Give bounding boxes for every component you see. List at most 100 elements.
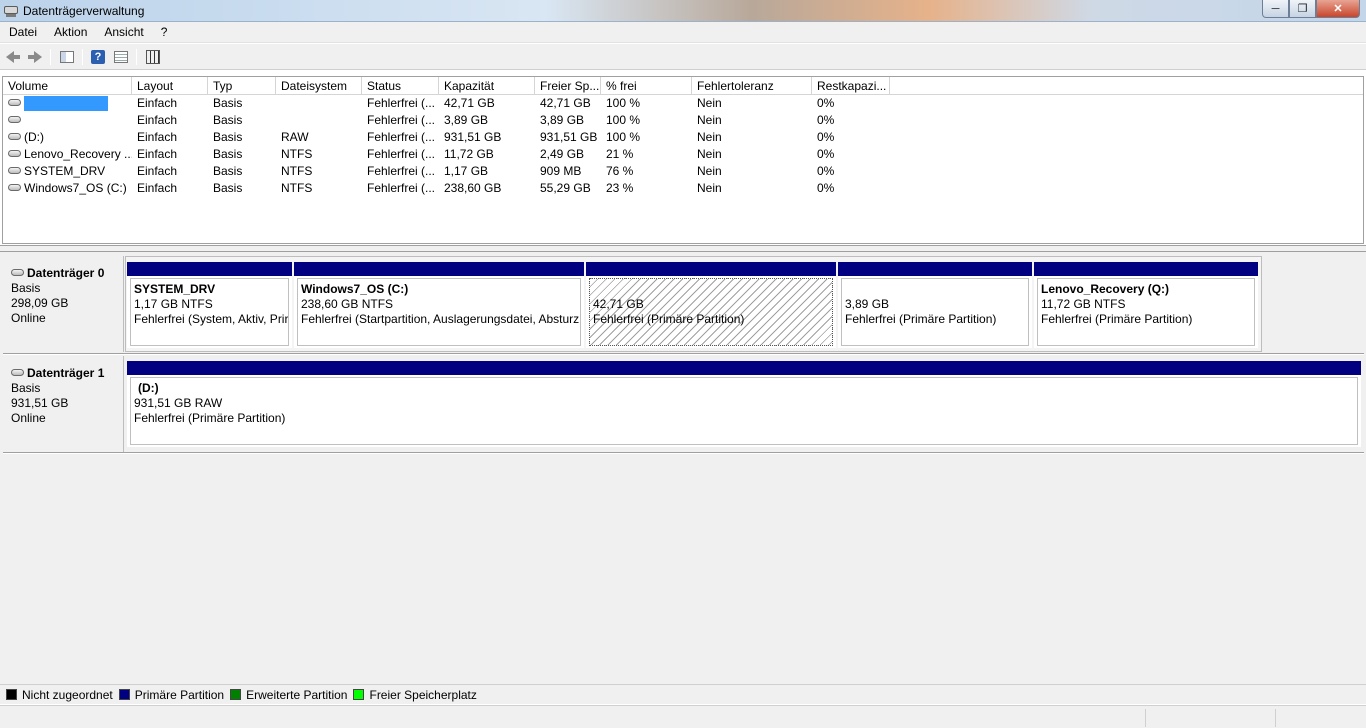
help-icon: ? [91,50,105,64]
menu-bar: Datei Aktion Ansicht ? [0,22,1366,43]
partition-3gb[interactable]: 3,89 GB Fehlerfrei (Primäre Partition) [838,262,1032,348]
partition-42gb-selected[interactable]: 42,71 GB Fehlerfrei (Primäre Partition) [586,262,836,348]
minimize-button[interactable]: ─ [1262,0,1289,18]
fehlertoleranz-cell: Nein [697,164,722,178]
column-status[interactable]: Status [362,77,439,95]
properties-icon [146,50,160,64]
back-button[interactable] [4,48,22,66]
console-tree-icon [60,51,74,63]
volume-row[interactable]: SYSTEM_DRV Einfach Basis NTFS Fehlerfrei… [3,163,1363,180]
partition-status: Fehlerfrei (System, Aktiv, Prir [134,312,289,326]
dateisystem-cell: RAW [281,130,309,144]
toolbar: ? [0,44,1366,70]
partition-size: 11,72 GB NTFS [1041,297,1126,311]
volume-row[interactable]: (D:) Einfach Basis RAW Fehlerfrei (... 9… [3,129,1363,146]
menu-aktion[interactable]: Aktion [45,22,95,42]
back-arrow-icon [6,51,20,63]
freier-speicher-cell: 931,51 GB [540,130,598,144]
partition-size: 931,51 GB RAW [134,396,223,410]
disk-0-state: Online [11,311,46,325]
legend-item-free-space: Freier Speicherplatz [353,688,477,702]
partition-system-drv[interactable]: SYSTEM_DRV 1,17 GB NTFS Fehlerfrei (Syst… [127,262,292,348]
toolbar-separator [82,49,83,65]
partition-size: 42,71 GB [593,297,644,311]
window-controls: ─ ❐ ✕ [1262,0,1360,18]
disk-0-title: Datenträger 0 [27,266,105,280]
volume-row[interactable]: Lenovo_Recovery ... Einfach Basis NTFS F… [3,146,1363,163]
volume-name-cell [3,112,132,129]
action-pane-icon [114,51,128,63]
prozent-frei-cell: 100 % [606,113,641,127]
column-restkapazitaet[interactable]: Restkapazi... [812,77,890,95]
kapazitaet-cell: 11,72 GB [444,147,494,161]
layout-cell: Einfach [137,164,178,178]
volume-disk-icon [8,133,21,141]
dateisystem-cell [276,112,362,129]
prozent-frei-cell: 23 % [606,181,634,195]
status-cell: Fehlerfrei (... [367,181,436,195]
column-layout[interactable]: Layout [132,77,208,95]
close-button[interactable]: ✕ [1316,0,1360,18]
layout-cell: Einfach [137,147,178,161]
partition-lenovo-recovery[interactable]: Lenovo_Recovery (Q:) 11,72 GB NTFS Fehle… [1034,262,1258,348]
disk-icon [11,269,24,276]
volume-row[interactable]: Windows7_OS (C:) Einfach Basis NTFS Fehl… [3,180,1363,197]
primary-partition-bar [294,262,584,276]
volume-disk-icon [8,184,21,192]
volume-row[interactable]: Einfach Basis Fehlerfrei (... 3,89 GB 3,… [3,112,1363,129]
primary-partition-bar [838,262,1032,276]
column-typ[interactable]: Typ [208,77,276,95]
help-button[interactable]: ? [89,48,107,66]
column-dateisystem[interactable]: Dateisystem [276,77,362,95]
disk-1-type: Basis [11,381,41,395]
column-volume[interactable]: Volume [3,77,132,95]
disk-management-icon [3,4,19,18]
disk-0-label[interactable]: Datenträger 0 Basis 298,09 GB Online [3,256,124,352]
typ-cell: Basis [213,113,243,127]
disk-1-label[interactable]: Datenträger 1 Basis 931,51 GB Online [3,356,124,452]
volume-row[interactable]: Einfach Basis Fehlerfrei (... 42,71 GB 4… [3,95,1363,112]
partition-size: 238,60 GB NTFS [301,297,394,311]
freier-speicher-cell: 42,71 GB [540,96,591,110]
properties-button[interactable] [144,48,162,66]
action-pane-button[interactable] [112,48,130,66]
legend-swatch-lime [353,689,365,700]
layout-cell: Einfach [137,130,178,144]
partition-name: Windows7_OS (C:) [301,282,409,296]
status-cell: Fehlerfrei (... [367,130,436,144]
status-cell: Fehlerfrei (... [367,147,436,161]
menu-ansicht[interactable]: Ansicht [95,22,151,42]
partition-d-raw[interactable]: (D:) 931,51 GB RAW Fehlerfrei (Primäre P… [127,361,1361,447]
menu-datei[interactable]: Datei [0,22,45,42]
column-fehlertoleranz[interactable]: Fehlertoleranz [692,77,812,95]
menu-help[interactable]: ? [152,22,176,42]
partition-size: 3,89 GB [845,297,890,311]
forward-arrow-icon [28,51,42,63]
volume-disk-icon [8,116,21,124]
volume-name-cell [3,95,132,112]
kapazitaet-cell: 3,89 GB [444,113,489,127]
column-kapazitaet[interactable]: Kapazität [439,77,535,95]
dateisystem-cell: NTFS [281,164,313,178]
disk-icon [11,369,24,376]
primary-partition-bar [586,262,836,276]
partition-name: SYSTEM_DRV [134,282,216,296]
column-prozent-frei[interactable]: % frei [601,77,692,95]
kapazitaet-cell: 238,60 GB [444,181,502,195]
restkapazitaet-cell: 0% [817,181,835,195]
column-freier-speicher[interactable]: Freier Sp... [535,77,601,95]
volume-list-header: Volume Layout Typ Dateisystem Status Kap… [3,77,1363,95]
show-hide-console-tree-button[interactable] [58,48,76,66]
forward-button[interactable] [26,48,44,66]
volume-name-selected[interactable] [24,96,108,112]
fehlertoleranz-cell: Nein [697,130,722,144]
maximize-button[interactable]: ❐ [1289,0,1316,18]
legend-item-extended: Erweiterte Partition [230,688,347,702]
status-pane [1145,709,1275,727]
fehlertoleranz-cell: Nein [697,113,722,127]
partition-status: Fehlerfrei (Primäre Partition) [593,312,745,326]
partition-windows7-os[interactable]: Windows7_OS (C:) 238,60 GB NTFS Fehlerfr… [294,262,584,348]
dateisystem-cell: NTFS [281,147,313,161]
toolbar-separator [50,49,51,65]
pane-splitter[interactable] [0,245,1366,252]
